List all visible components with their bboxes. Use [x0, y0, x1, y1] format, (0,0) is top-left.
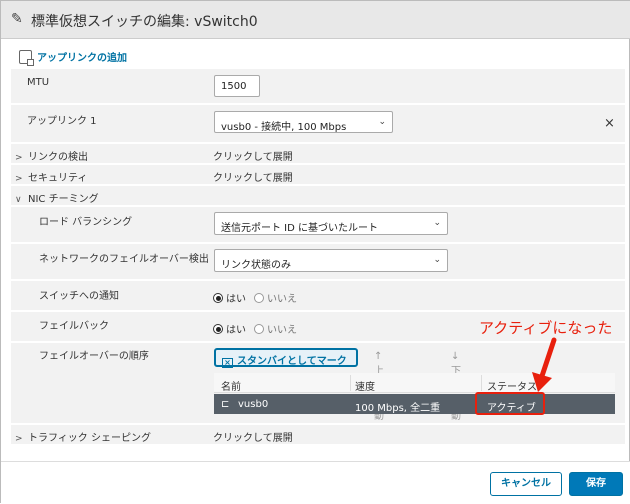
- edit-vswitch-dialog: ✎ 標準仮想スイッチの編集: vSwitch0 アップリンクの追加 MTU 15…: [0, 0, 630, 504]
- mtu-input[interactable]: 1500: [214, 75, 260, 97]
- mark-standby-button[interactable]: × スタンバイとしてマーク: [214, 348, 358, 368]
- chevron-right-icon: >: [15, 434, 23, 444]
- nic-teaming-row[interactable]: ∨ NIC チーミング: [11, 186, 625, 206]
- failure-detection-value: リンク状態のみ: [221, 260, 291, 271]
- load-balancing-label: ロード バランシング: [39, 217, 133, 228]
- failback-no-radio[interactable]: [254, 324, 264, 334]
- failure-detection-row: ネットワークのフェイルオーバー検出 リンク状態のみ ⌄: [11, 244, 625, 280]
- chevron-down-icon: ⌄: [433, 218, 441, 228]
- link-detection-label: > リンクの検出: [15, 152, 88, 163]
- uplink1-label: アップリンク 1: [27, 116, 97, 127]
- failure-detection-select[interactable]: リンク状態のみ ⌄: [214, 249, 448, 272]
- cancel-button[interactable]: キャンセル: [490, 472, 562, 496]
- column-divider: [350, 375, 351, 391]
- mtu-label: MTU: [27, 77, 50, 88]
- annotation-text: アクティブになった: [479, 319, 613, 337]
- failback-no-label[interactable]: いいえ: [267, 325, 297, 336]
- nic-teaming-label: ∨ NIC チーミング: [15, 194, 99, 205]
- failover-order-label: フェイルオーバーの順序: [39, 351, 149, 362]
- chevron-down-icon: ∨: [15, 195, 22, 205]
- traffic-shaping-value[interactable]: クリックして展開: [213, 429, 293, 444]
- pencil-icon: ✎: [11, 11, 23, 27]
- link-detection-row[interactable]: > リンクの検出 クリックして展開: [11, 144, 625, 164]
- traffic-shaping-row[interactable]: > トラフィック シェーピング クリックして展開: [11, 425, 625, 445]
- failback-radios: はい いいえ: [213, 321, 305, 336]
- chevron-right-icon: >: [15, 153, 23, 163]
- arrow-up-icon: ↑: [374, 351, 383, 362]
- notify-switches-row: スイッチへの通知 はい いいえ: [11, 281, 625, 311]
- traffic-shaping-label: > トラフィック シェーピング: [15, 433, 151, 444]
- nic-speed-cell: 100 Mbps, 全二重: [355, 403, 441, 414]
- chevron-right-icon: >: [15, 174, 23, 184]
- notify-switches-label: スイッチへの通知: [39, 291, 119, 302]
- load-balancing-select[interactable]: 送信元ポート ID に基づいたルート ⌄: [214, 212, 448, 235]
- column-divider: [481, 375, 482, 391]
- notify-no-label[interactable]: いいえ: [267, 294, 297, 305]
- column-header-name: 名前: [221, 382, 241, 393]
- mark-standby-icon: ×: [222, 358, 233, 368]
- dialog-title: 標準仮想スイッチの編集: vSwitch0: [31, 14, 258, 30]
- link-detection-value[interactable]: クリックして展開: [213, 148, 293, 163]
- nic-icon: ⊏: [221, 399, 230, 410]
- security-row[interactable]: > セキュリティ クリックして展開: [11, 165, 625, 185]
- column-header-speed: 速度: [355, 382, 375, 393]
- load-balancing-row: ロード バランシング 送信元ポート ID に基づいたルート ⌄: [11, 207, 625, 243]
- add-uplink-label: アップリンクの追加: [37, 53, 127, 64]
- save-button[interactable]: 保存: [569, 472, 623, 496]
- add-uplink-link[interactable]: アップリンクの追加: [19, 49, 127, 66]
- uplink1-row: アップリンク 1 vusb0 - 接続中, 100 Mbps ⌄: [11, 105, 625, 143]
- failback-yes-radio[interactable]: [213, 324, 223, 334]
- table-row[interactable]: ⊏ vusb0 100 Mbps, 全二重 アクティブ: [214, 394, 615, 414]
- failure-detection-label: ネットワークのフェイルオーバー検出: [39, 254, 209, 265]
- uplink-icon: [19, 50, 34, 66]
- notify-yes-radio[interactable]: [213, 293, 223, 303]
- mtu-row: MTU 1500: [11, 69, 625, 104]
- security-value[interactable]: クリックして展開: [213, 169, 293, 184]
- mark-standby-label: スタンバイとしてマーク: [237, 356, 347, 367]
- dialog-title-bar: ✎ 標準仮想スイッチの編集: vSwitch0: [1, 1, 630, 39]
- load-balancing-value: 送信元ポート ID に基づいたルート: [221, 223, 379, 234]
- notify-no-radio[interactable]: [254, 293, 264, 303]
- arrow-down-icon: ↓: [451, 351, 460, 362]
- uplink1-select-value: vusb0 - 接続中, 100 Mbps: [221, 122, 347, 133]
- failback-label: フェイルバック: [39, 321, 109, 332]
- nic-name-cell: vusb0: [238, 399, 269, 410]
- chevron-down-icon: ⌄: [378, 117, 386, 127]
- security-label: > セキュリティ: [15, 173, 88, 184]
- chevron-down-icon: ⌄: [433, 255, 441, 265]
- remove-uplink-icon[interactable]: ×: [604, 116, 615, 131]
- annotation-arrow-icon: [532, 337, 557, 392]
- notify-switches-radios: はい いいえ: [213, 290, 305, 305]
- failback-yes-label[interactable]: はい: [226, 325, 246, 336]
- notify-yes-label[interactable]: はい: [226, 294, 246, 305]
- uplink1-select[interactable]: vusb0 - 接続中, 100 Mbps ⌄: [214, 111, 393, 133]
